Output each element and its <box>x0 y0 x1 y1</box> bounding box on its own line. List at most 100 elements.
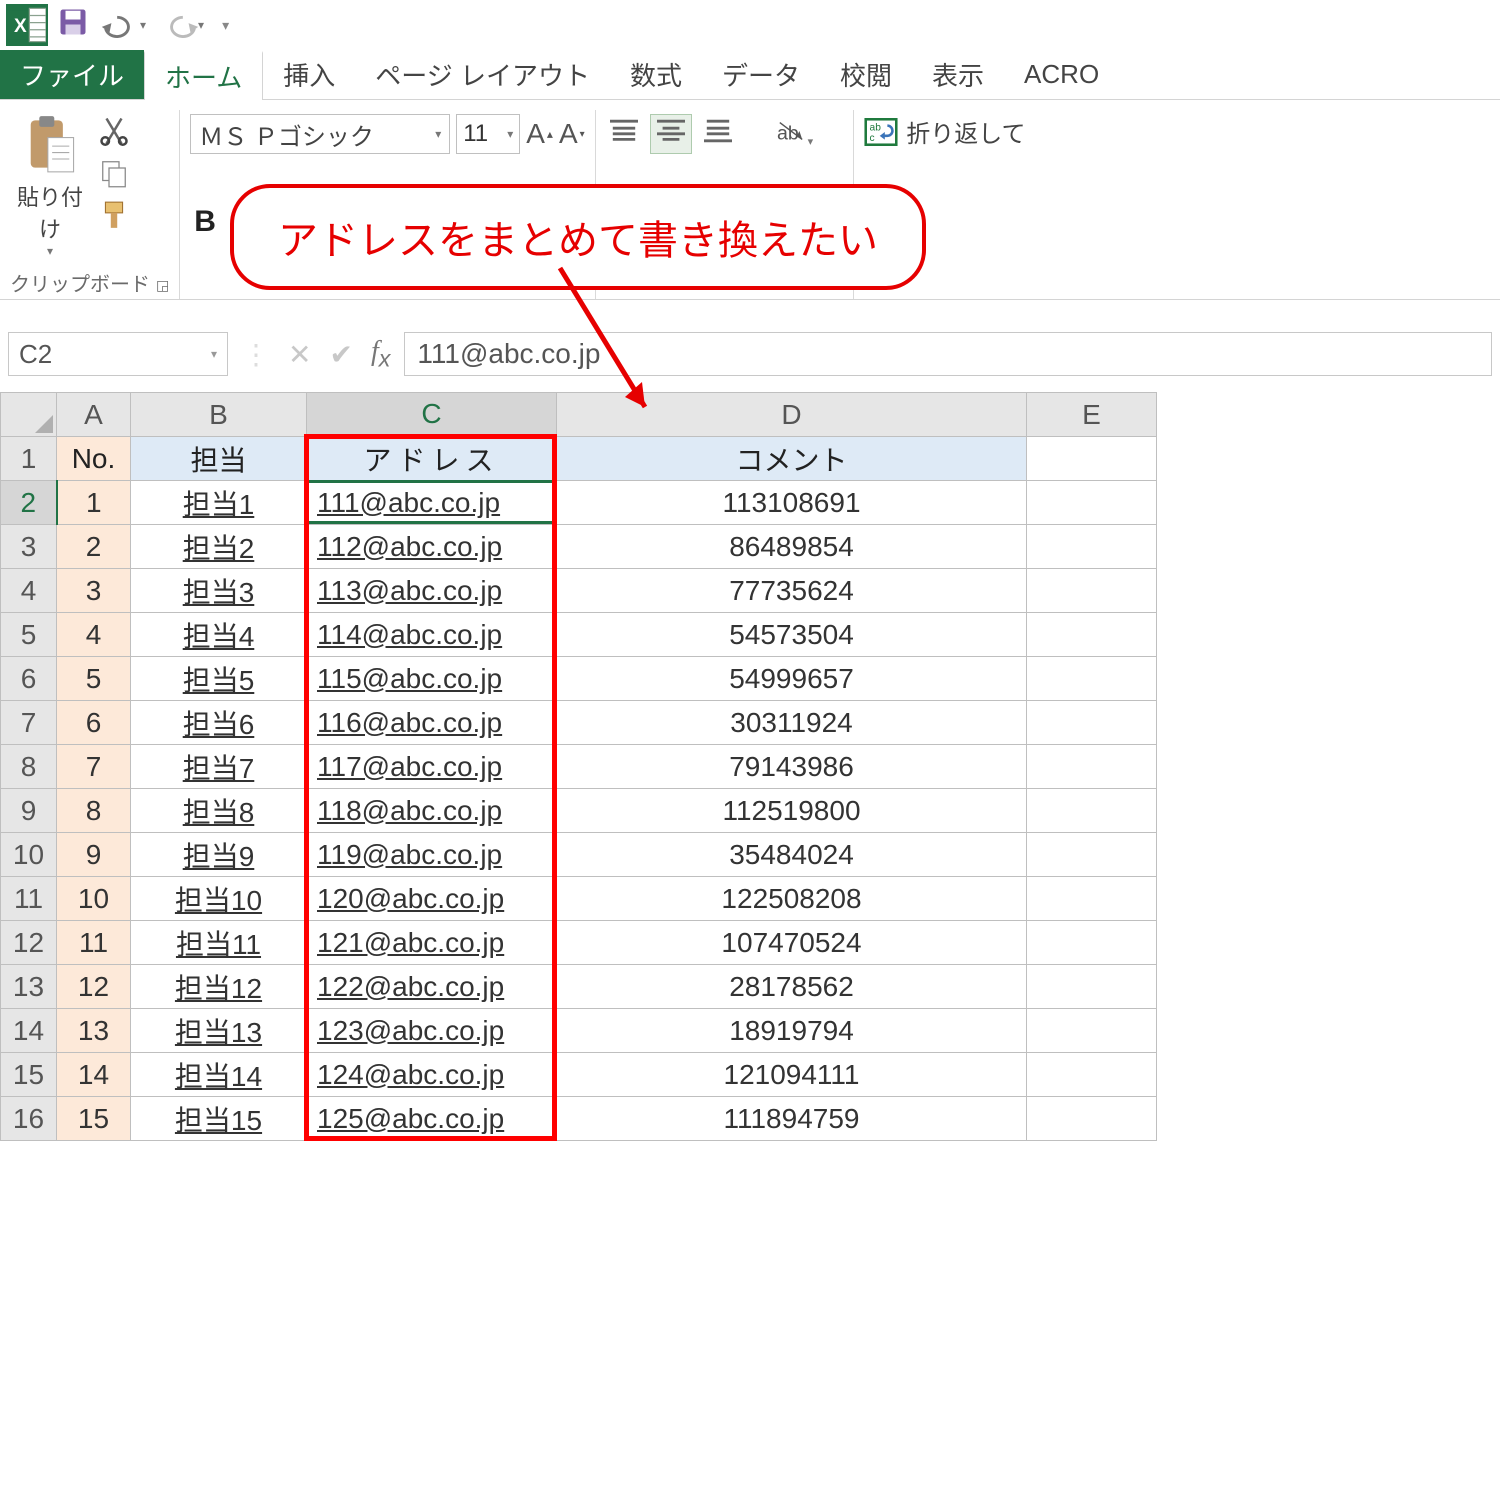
cell[interactable]: 28178562 <box>557 965 1027 1009</box>
cell[interactable]: 担当14 <box>131 1053 307 1097</box>
row-header[interactable]: 7 <box>1 701 57 745</box>
cell[interactable]: 8 <box>57 789 131 833</box>
paste-button[interactable]: 貼り付け ▾ <box>10 114 90 258</box>
cell[interactable]: 3 <box>57 569 131 613</box>
font-name-combo[interactable]: ＭＳ Ｐゴシック▾ <box>190 114 450 154</box>
cell[interactable]: 122508208 <box>557 877 1027 921</box>
col-header-C[interactable]: C <box>307 393 557 437</box>
col-header-B[interactable]: B <box>131 393 307 437</box>
row-header[interactable]: 14 <box>1 1009 57 1053</box>
increase-font-button[interactable]: A▴ <box>526 118 553 150</box>
undo-button[interactable]: ▾ <box>98 12 146 38</box>
cell[interactable]: 13 <box>57 1009 131 1053</box>
name-box[interactable]: C2▾ <box>8 332 228 376</box>
tab-review[interactable]: 校閲 <box>820 50 912 99</box>
row-header[interactable]: 15 <box>1 1053 57 1097</box>
enter-formula-button[interactable]: ✔ <box>329 338 352 371</box>
cell[interactable]: アドレス <box>307 437 557 481</box>
cell[interactable] <box>1027 481 1157 525</box>
cell[interactable]: 担当6 <box>131 701 307 745</box>
tab-insert[interactable]: 挿入 <box>263 50 355 99</box>
cell[interactable] <box>1027 657 1157 701</box>
cell[interactable] <box>1027 745 1157 789</box>
cell[interactable] <box>1027 1097 1157 1141</box>
select-all-button[interactable] <box>1 393 57 437</box>
cell[interactable]: No. <box>57 437 131 481</box>
cancel-formula-button[interactable]: ✕ <box>288 338 311 371</box>
row-header[interactable]: 2 <box>1 481 57 525</box>
cell[interactable] <box>1027 1009 1157 1053</box>
cell[interactable]: 79143986 <box>557 745 1027 789</box>
cell[interactable] <box>1027 437 1157 481</box>
cell[interactable]: 121094111 <box>557 1053 1027 1097</box>
row-header[interactable]: 4 <box>1 569 57 613</box>
cell[interactable]: 15 <box>57 1097 131 1141</box>
cell[interactable]: 116@abc.co.jp <box>307 701 557 745</box>
cell[interactable]: 担当10 <box>131 877 307 921</box>
row-header[interactable]: 6 <box>1 657 57 701</box>
row-header[interactable]: 10 <box>1 833 57 877</box>
cell[interactable]: 107470524 <box>557 921 1027 965</box>
tab-acrobat[interactable]: ACRO <box>1004 50 1119 99</box>
customize-qat-button[interactable]: ▾ <box>222 17 229 34</box>
cell[interactable]: 86489854 <box>557 525 1027 569</box>
tab-home[interactable]: ホーム <box>144 51 263 100</box>
bold-button[interactable]: B <box>194 205 216 239</box>
cell[interactable]: 14 <box>57 1053 131 1097</box>
cell[interactable]: 9 <box>57 833 131 877</box>
cell[interactable]: 77735624 <box>557 569 1027 613</box>
row-header[interactable]: 1 <box>1 437 57 481</box>
cell[interactable]: 担当3 <box>131 569 307 613</box>
cell[interactable] <box>1027 877 1157 921</box>
cell[interactable]: 2 <box>57 525 131 569</box>
font-size-combo[interactable]: 11▾ <box>456 114 520 154</box>
cell[interactable]: 4 <box>57 613 131 657</box>
insert-function-button[interactable]: fx <box>371 336 390 373</box>
cell[interactable]: 担当4 <box>131 613 307 657</box>
tab-file[interactable]: ファイル <box>0 50 144 99</box>
cell[interactable]: 123@abc.co.jp <box>307 1009 557 1053</box>
format-painter-button[interactable] <box>96 200 132 236</box>
cell[interactable]: 担当1 <box>131 481 307 525</box>
cell[interactable]: 112519800 <box>557 789 1027 833</box>
cell[interactable]: 122@abc.co.jp <box>307 965 557 1009</box>
cell[interactable]: 担当9 <box>131 833 307 877</box>
align-middle-button[interactable] <box>650 114 692 154</box>
tab-formulas[interactable]: 数式 <box>610 50 702 99</box>
orientation-button[interactable]: ab▾ <box>774 117 814 151</box>
redo-button[interactable]: ▾ <box>156 12 204 38</box>
clipboard-launcher-icon[interactable]: ◲ <box>156 277 169 293</box>
worksheet[interactable]: A B C D E 1 No. 担当 アドレス コメント 21担当1111@ab… <box>0 392 1500 1141</box>
cell[interactable]: 6 <box>57 701 131 745</box>
cell[interactable]: 35484024 <box>557 833 1027 877</box>
row-header[interactable]: 12 <box>1 921 57 965</box>
cell[interactable] <box>1027 833 1157 877</box>
cell[interactable]: 担当15 <box>131 1097 307 1141</box>
cell[interactable]: 18919794 <box>557 1009 1027 1053</box>
save-button[interactable] <box>58 7 88 43</box>
cell[interactable]: 1 <box>57 481 131 525</box>
tab-page-layout[interactable]: ページ レイアウト <box>355 50 610 99</box>
cell[interactable]: 担当11 <box>131 921 307 965</box>
cell[interactable]: 担当12 <box>131 965 307 1009</box>
cell[interactable]: 124@abc.co.jp <box>307 1053 557 1097</box>
row-header[interactable]: 13 <box>1 965 57 1009</box>
cell[interactable]: 113@abc.co.jp <box>307 569 557 613</box>
cell[interactable]: 111@abc.co.jp <box>307 481 557 525</box>
cut-button[interactable] <box>96 116 132 152</box>
cell[interactable]: 125@abc.co.jp <box>307 1097 557 1141</box>
wrap-text-button[interactable]: abc 折り返して <box>864 114 1025 149</box>
cell[interactable]: 115@abc.co.jp <box>307 657 557 701</box>
cell[interactable]: 12 <box>57 965 131 1009</box>
cell[interactable]: 111894759 <box>557 1097 1027 1141</box>
cell[interactable]: 5 <box>57 657 131 701</box>
cell[interactable]: 担当2 <box>131 525 307 569</box>
cell[interactable]: 担当13 <box>131 1009 307 1053</box>
cell[interactable] <box>1027 613 1157 657</box>
cell[interactable]: 30311924 <box>557 701 1027 745</box>
cell[interactable]: 7 <box>57 745 131 789</box>
cell[interactable]: 119@abc.co.jp <box>307 833 557 877</box>
cell[interactable]: 112@abc.co.jp <box>307 525 557 569</box>
cell[interactable] <box>1027 921 1157 965</box>
cell[interactable]: 11 <box>57 921 131 965</box>
